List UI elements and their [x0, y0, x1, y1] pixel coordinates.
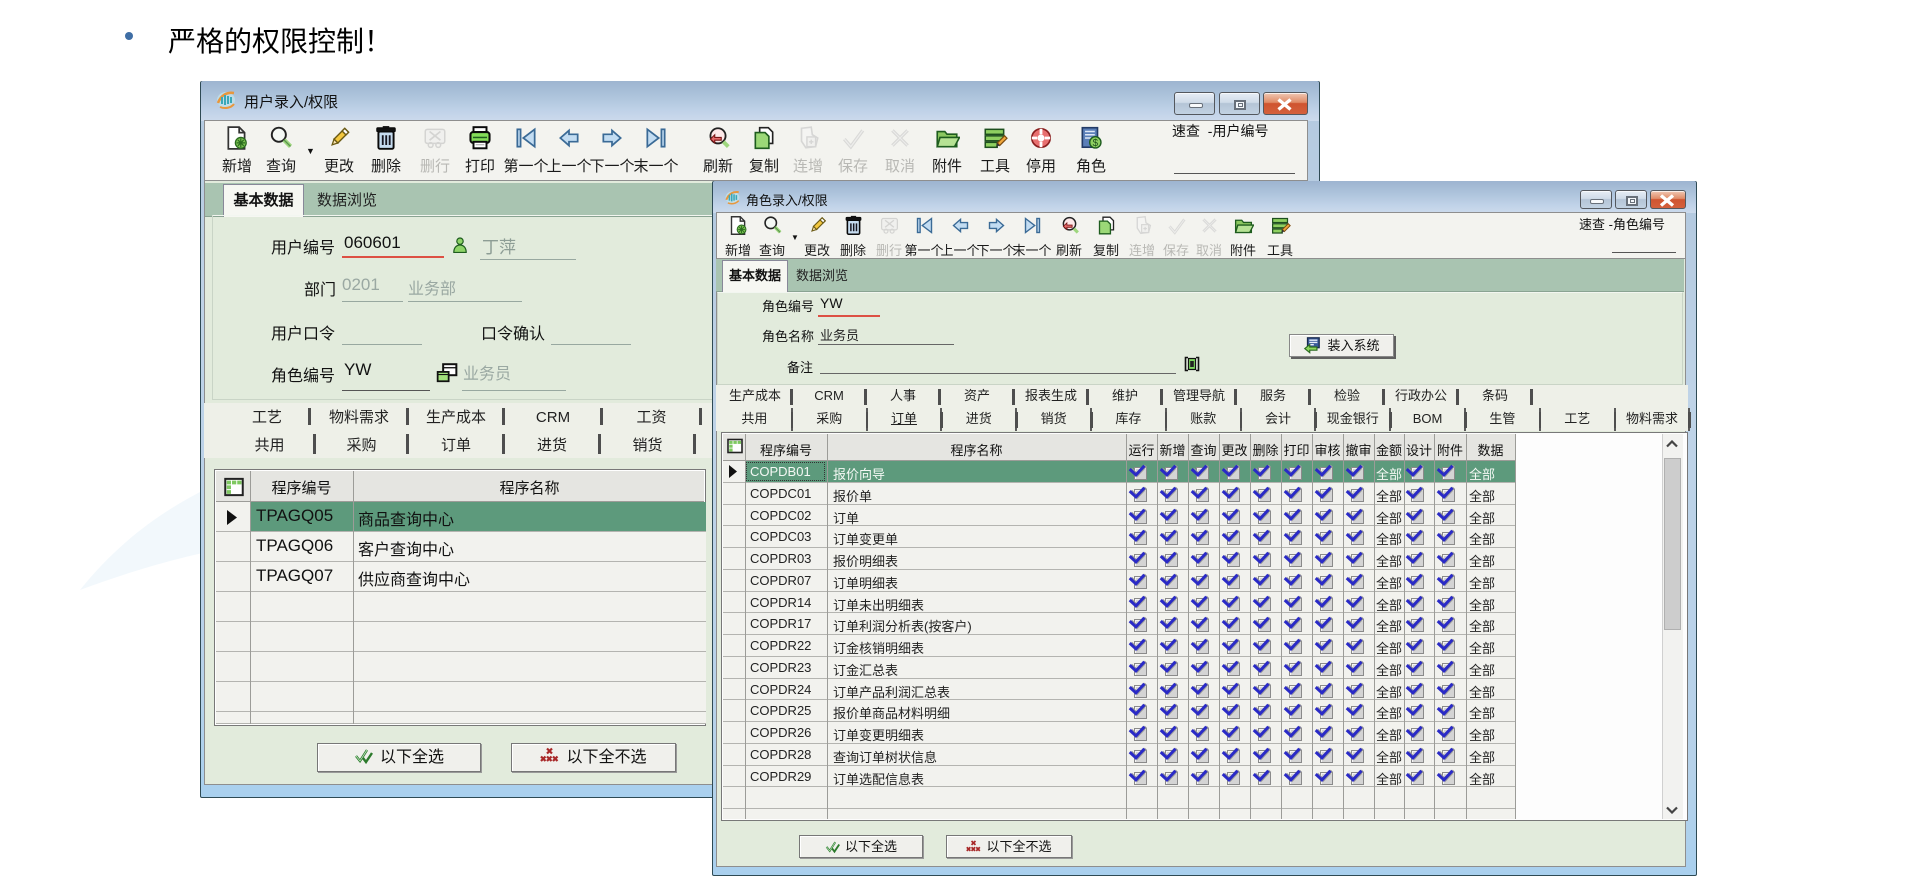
svg-text:$: $ — [1093, 138, 1099, 149]
